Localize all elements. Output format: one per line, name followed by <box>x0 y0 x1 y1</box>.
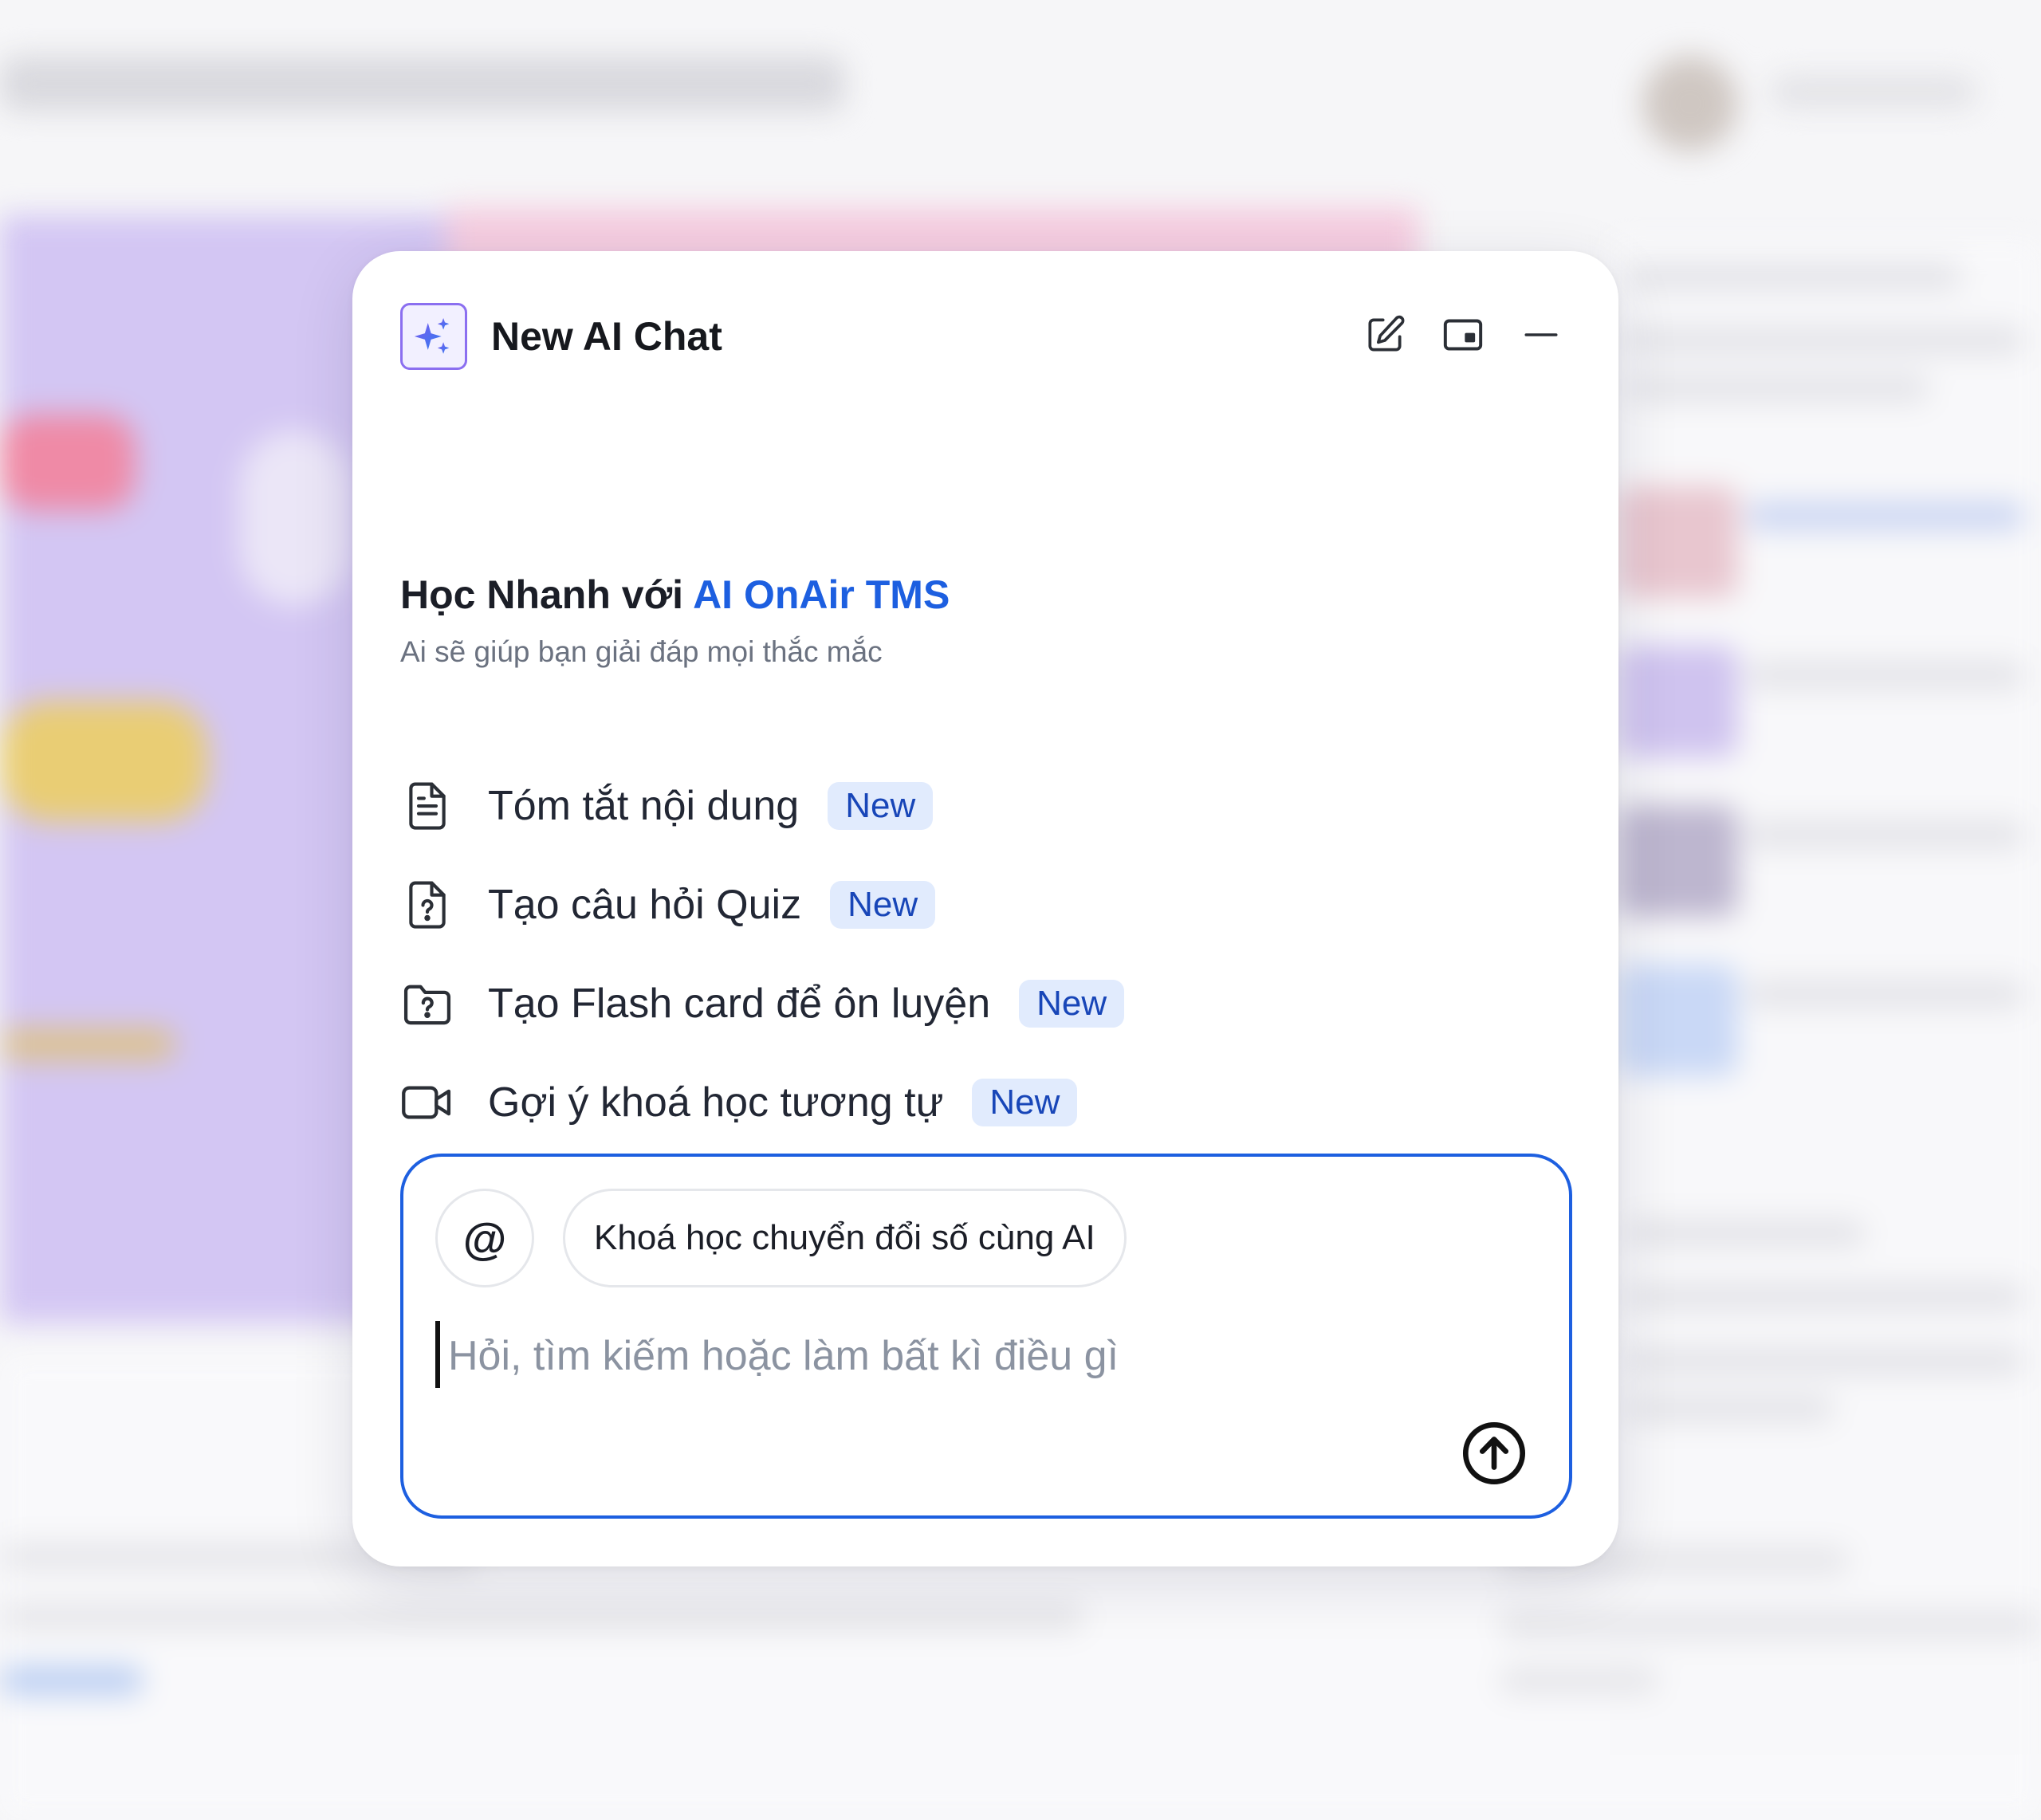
new-chat-button[interactable] <box>1357 307 1413 363</box>
heading-brand: AI OnAir TMS <box>693 572 950 617</box>
background-text-line <box>1626 375 1929 402</box>
picture-in-picture-icon <box>1443 319 1483 351</box>
ai-chat-panel: New AI Chat Học Nhanh với AI OnAir TMS A… <box>352 251 1618 1566</box>
video-camera-icon <box>400 1074 454 1131</box>
background-text-line <box>1746 981 2025 1008</box>
background-text-line <box>1626 1283 2025 1311</box>
mention-button[interactable]: @ <box>435 1189 534 1287</box>
welcome-heading: Học Nhanh với AI OnAir TMS <box>400 567 950 623</box>
background-title-bar <box>0 56 845 112</box>
suggestion-similar-courses[interactable]: Gợi ý khoá học tương tự New <box>400 1071 1078 1134</box>
background-thumbnail <box>1618 965 1738 1076</box>
text-caret <box>435 1321 440 1388</box>
context-chip[interactable]: Khoá học chuyển đổi số cùng AI <box>563 1189 1127 1287</box>
background-text-line <box>1626 263 1961 290</box>
send-arrow-icon <box>1462 1421 1526 1485</box>
chat-composer: @ Khoá học chuyển đổi số cùng AI <box>400 1154 1572 1519</box>
chat-title: New AI Chat <box>491 314 722 359</box>
background-username <box>1770 76 1977 108</box>
chat-input[interactable] <box>448 1324 1485 1388</box>
background-hero-decoration <box>0 702 207 821</box>
picture-in-picture-button[interactable] <box>1435 307 1491 363</box>
background-hero-decoration <box>239 430 351 606</box>
background-text-line <box>1626 1220 1866 1247</box>
background-text-line <box>1626 1395 1834 1422</box>
suggestion-label: Tạo Flash card để ôn luyện <box>488 981 991 1027</box>
new-badge: New <box>972 1079 1078 1126</box>
new-badge: New <box>830 881 936 929</box>
suggestion-label: Tóm tắt nội dung <box>488 783 800 829</box>
background-link <box>0 1666 144 1695</box>
background-text-line <box>1626 1347 2025 1374</box>
background-hero-decoration <box>0 1028 175 1060</box>
background-text-line <box>1746 662 2025 689</box>
suggestion-label: Gợi ý khoá học tương tự <box>488 1079 944 1126</box>
new-badge: New <box>1019 980 1125 1028</box>
minimize-button[interactable] <box>1513 307 1569 363</box>
background-text-line <box>1499 1610 2041 1639</box>
suggestion-quiz[interactable]: Tạo câu hỏi Quiz New <box>400 873 936 937</box>
background-avatar <box>1642 56 1738 151</box>
background-text-line <box>1746 821 2025 848</box>
question-folder-icon <box>400 975 454 1032</box>
send-button[interactable] <box>1461 1420 1528 1487</box>
minimize-icon <box>1524 333 1558 336</box>
suggestion-summarize[interactable]: Tóm tắt nội dung New <box>400 774 934 838</box>
welcome-subtitle: Ai sẽ giúp bạn giải đáp mọi thắc mắc <box>400 635 883 668</box>
suggestion-label: Tạo câu hỏi Quiz <box>488 882 802 928</box>
document-icon <box>400 777 454 835</box>
new-chat-icon <box>1368 315 1405 352</box>
quiz-file-icon <box>400 876 454 934</box>
background-thumbnail <box>1618 805 1738 917</box>
background-text-line <box>1746 502 2025 529</box>
background-text-line <box>0 1602 1084 1631</box>
heading-prefix: Học Nhanh với <box>400 572 694 617</box>
background-thumbnail <box>1618 646 1738 757</box>
background-text-line <box>1626 327 2025 354</box>
background-thumbnail <box>1618 486 1738 598</box>
ai-sparkle-logo-icon <box>400 303 467 370</box>
new-badge: New <box>828 782 934 830</box>
suggestion-flashcard[interactable]: Tạo Flash card để ôn luyện New <box>400 972 1125 1036</box>
background-hero-decoration <box>0 415 136 510</box>
background-text-line <box>1499 1666 1658 1695</box>
